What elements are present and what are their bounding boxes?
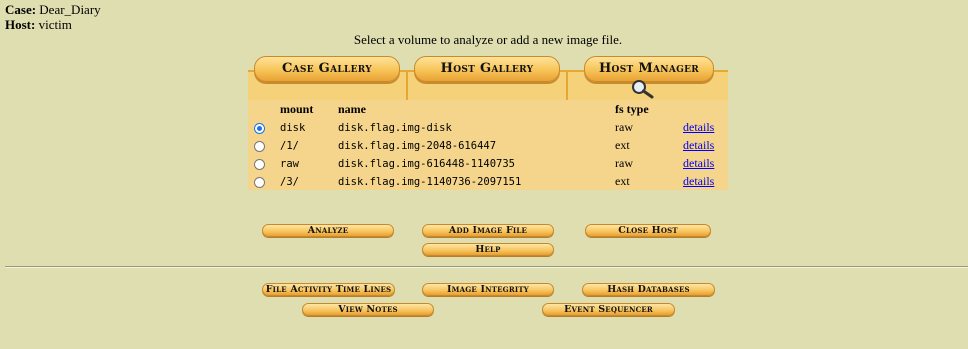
column-header-mount: mount [280,102,314,116]
fs-type-cell: raw [615,156,633,170]
fs-type-cell: raw [615,120,633,134]
name-cell: disk.flag.img-1140736-2097151 [338,176,522,188]
event-sequencer-button[interactable]: Event Sequencer [542,303,675,316]
details-link[interactable]: details [683,156,714,171]
table-row: disk disk.flag.img-disk raw details [248,119,728,137]
host-line: Host: victim [5,17,101,32]
host-label: Host: [5,17,36,32]
case-info: Case: Dear_Diary Host: victim [5,2,101,32]
close-host-button[interactable]: Close Host [585,224,711,237]
details-link[interactable]: details [683,120,714,135]
case-name: Dear_Diary [39,2,101,17]
add-image-file-button[interactable]: Add Image File [422,224,554,237]
hash-databases-button[interactable]: Hash Databases [582,283,715,296]
volume-radio[interactable] [254,177,265,188]
mount-cell: raw [280,158,299,170]
volume-radio[interactable] [254,159,265,170]
volume-table: mount name fs type disk disk.flag.img-di… [248,100,728,190]
case-line: Case: Dear_Diary [5,2,101,17]
fs-type-cell: ext [615,138,630,152]
magnifier-icon [632,80,654,99]
help-button[interactable]: Help [422,243,554,256]
details-link[interactable]: details [683,174,714,189]
host-name: victim [38,17,72,32]
gallery-tabs: Case Gallery Host Gallery Host Manager [248,56,728,103]
mount-cell: /3/ [280,176,299,188]
view-notes-button[interactable]: View Notes [302,303,434,316]
details-link[interactable]: details [683,138,714,153]
file-activity-timelines-button[interactable]: File Activity Time Lines [262,283,395,296]
table-row: /1/ disk.flag.img-2048-616447 ext detail… [248,137,728,155]
fs-type-cell: ext [615,174,630,188]
column-header-fs-type: fs type [615,102,649,116]
mount-cell: /1/ [280,140,299,152]
table-row: /3/ disk.flag.img-1140736-2097151 ext de… [248,173,728,191]
name-cell: disk.flag.img-616448-1140735 [338,158,516,170]
image-integrity-button[interactable]: Image Integrity [422,283,554,296]
table-row: raw disk.flag.img-616448-1140735 raw det… [248,155,728,173]
volume-radio[interactable] [254,141,265,152]
tab-case-gallery[interactable]: Case Gallery [254,56,400,82]
analyze-button[interactable]: Analyze [262,224,394,237]
name-cell: disk.flag.img-2048-616447 [338,140,497,152]
page-instruction: Select a volume to analyze or add a new … [353,32,623,47]
column-header-name: name [338,102,366,116]
divider [5,266,968,268]
mount-cell: disk [280,122,306,134]
tab-divider [566,70,568,100]
volume-radio[interactable] [254,123,265,134]
tab-host-gallery[interactable]: Host Gallery [414,56,560,82]
case-label: Case: [5,2,37,17]
tab-divider [406,70,408,100]
name-cell: disk.flag.img-disk [338,122,452,134]
